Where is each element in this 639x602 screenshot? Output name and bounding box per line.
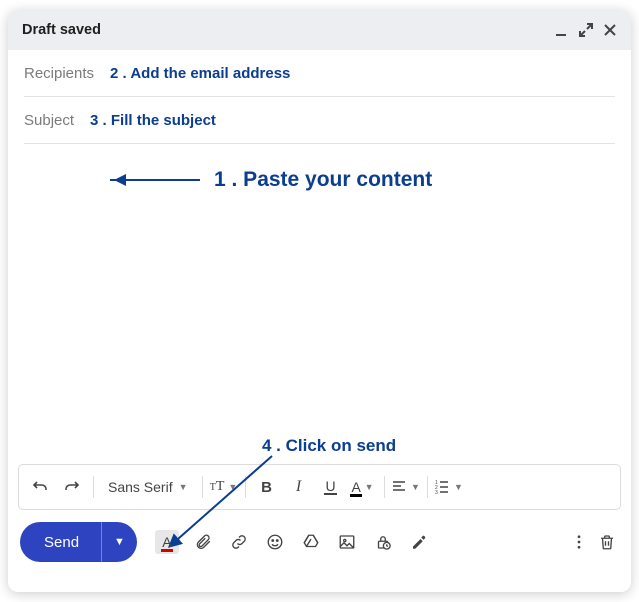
compose-actions: Send ▼ A	[8, 516, 631, 576]
insert-drive-icon[interactable]	[299, 530, 323, 554]
compose-header: Draft saved	[8, 10, 631, 50]
compose-title: Draft saved	[22, 22, 101, 38]
send-button[interactable]: Send	[20, 522, 101, 562]
close-icon[interactable]	[603, 23, 617, 37]
recipients-field[interactable]: Recipients 2 . Add the email address	[24, 50, 615, 97]
subject-field[interactable]: Subject 3 . Fill the subject	[24, 97, 615, 144]
expand-icon[interactable]	[579, 23, 593, 37]
discard-draft-icon[interactable]	[595, 530, 619, 554]
insert-signature-icon[interactable]	[407, 530, 431, 554]
send-options-button[interactable]: ▼	[101, 522, 137, 562]
attach-file-icon[interactable]	[191, 530, 215, 554]
insert-link-icon[interactable]	[227, 530, 251, 554]
window-controls	[555, 23, 617, 37]
subject-label: Subject	[24, 112, 74, 129]
compose-window: Draft saved Recipients 2 . A	[8, 10, 631, 592]
message-body[interactable]: 1 . Paste your content 4 . Click on send	[24, 144, 615, 464]
annotation-step2: 2 . Add the email address	[110, 65, 290, 82]
send-button-group: Send ▼	[20, 522, 137, 562]
more-options-icon[interactable]	[567, 530, 591, 554]
insert-image-icon[interactable]	[335, 530, 359, 554]
insert-toolbar: A	[155, 530, 431, 554]
insert-emoji-icon[interactable]	[263, 530, 287, 554]
annotation-step3: 3 . Fill the subject	[90, 112, 216, 129]
recipients-label: Recipients	[24, 65, 94, 82]
arrow-to-send-icon	[24, 144, 631, 504]
minimize-icon[interactable]	[555, 23, 569, 37]
confidential-mode-icon[interactable]	[371, 530, 395, 554]
